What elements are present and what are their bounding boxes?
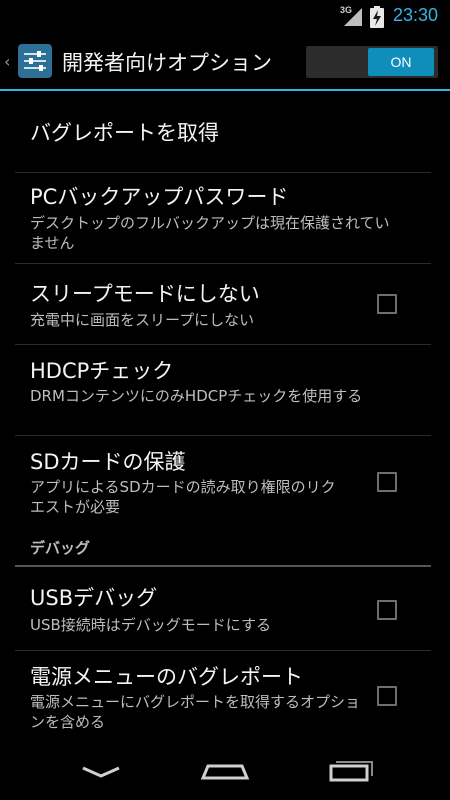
pref-title: 電源メニューのバグレポート bbox=[30, 665, 303, 689]
pref-summary: 電源メニューにバグレポートを取得するオプションを含める bbox=[30, 693, 361, 731]
back-icon[interactable] bbox=[66, 752, 136, 792]
power-menu-bug-report-checkbox[interactable] bbox=[377, 686, 397, 706]
pref-summary: アプリによるSDカードの読み取り権限のリクエストが必要 bbox=[30, 478, 336, 516]
home-icon[interactable] bbox=[190, 752, 260, 792]
pref-usb-debugging[interactable]: USBデバッグ USB接続時はデバッグモードにする bbox=[0, 568, 450, 650]
page-title: 開発者向けオプション bbox=[62, 51, 272, 75]
pref-hdcp-check[interactable]: HDCPチェック DRMコンテンツにのみHDCPチェックを使用する bbox=[0, 345, 450, 435]
signal-icon bbox=[344, 8, 362, 26]
pref-take-bug-report[interactable]: バグレポートを取得 bbox=[0, 91, 450, 172]
pref-summary: USB接続時はデバッグモードにする bbox=[30, 616, 271, 634]
category-label: デバッグ bbox=[30, 539, 91, 557]
pref-title: HDCPチェック bbox=[30, 359, 174, 383]
pref-power-menu-bug-report[interactable]: 電源メニューのバグレポート 電源メニューにバグレポートを取得するオプションを含め… bbox=[0, 651, 450, 739]
clock: 23:30 bbox=[393, 5, 439, 25]
pref-title: PCバックアップパスワード bbox=[30, 185, 289, 209]
navigation-bar bbox=[0, 740, 450, 800]
chevron-left-icon[interactable]: ‹ bbox=[4, 52, 10, 71]
pref-title: バグレポートを取得 bbox=[30, 121, 219, 145]
protect-sd-card-checkbox[interactable] bbox=[377, 472, 397, 492]
pref-summary: デスクトップのフルバックアップは現在保護されていません bbox=[30, 214, 390, 252]
category-divider bbox=[15, 565, 431, 567]
pref-stay-awake[interactable]: スリープモードにしない 充電中に画面をスリープにしない bbox=[0, 264, 450, 344]
stay-awake-checkbox[interactable] bbox=[377, 294, 397, 314]
pref-title: スリープモードにしない bbox=[30, 282, 260, 306]
pref-backup-password[interactable]: PCバックアップパスワード デスクトップのフルバックアップは現在保護されていませ… bbox=[0, 173, 450, 263]
pref-title: SDカードの保護 bbox=[30, 450, 186, 474]
usb-debugging-checkbox[interactable] bbox=[377, 600, 397, 620]
settings-sliders-icon[interactable] bbox=[18, 44, 52, 78]
status-bar: 3G 23:30 bbox=[0, 0, 450, 33]
pref-title: USBデバッグ bbox=[30, 586, 158, 610]
pref-summary: DRMコンテンツにのみHDCPチェックを使用する bbox=[30, 387, 363, 405]
pref-protect-sd-card[interactable]: SDカードの保護 アプリによるSDカードの読み取り権限のリクエストが必要 bbox=[0, 436, 450, 528]
battery-charging-icon bbox=[370, 6, 384, 28]
master-toggle-switch[interactable]: ON bbox=[306, 46, 438, 78]
pref-summary: 充電中に画面をスリープにしない bbox=[30, 311, 255, 329]
action-bar: ‹ 開発者向けオプション ON bbox=[0, 33, 450, 91]
category-debug: デバッグ bbox=[0, 537, 450, 567]
master-toggle-thumb[interactable]: ON bbox=[368, 48, 434, 76]
recent-apps-icon[interactable] bbox=[317, 752, 387, 792]
